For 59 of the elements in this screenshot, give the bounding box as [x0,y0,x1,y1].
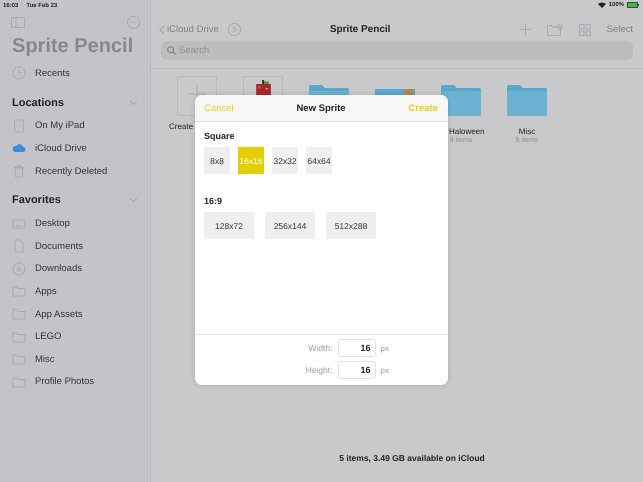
sidebar-item[interactable]: Downloads [0,258,150,280]
folder-icon [12,352,26,366]
field-label: Height: [304,365,332,375]
chevron-icon[interactable] [129,197,138,204]
search-icon [167,46,176,55]
group-title: Square [204,131,236,141]
sidebar-item[interactable]: Misc [0,348,150,371]
section-header: Favorites [12,194,61,206]
grid-view-icon[interactable] [578,24,591,36]
unit-label: px [380,344,390,352]
sidebar-item[interactable]: Profile Photos [0,370,150,394]
folder-icon [12,330,26,344]
file-name: Misc [518,127,536,136]
add-icon[interactable] [520,24,531,35]
field-label: Width: [307,343,332,353]
folder-title: Sprite Pencil [328,24,392,35]
folder-icon [12,374,26,389]
file-name: Haloween [449,127,485,136]
sidebar-item[interactable]: App Assets [0,302,150,326]
folder-icon [12,284,26,298]
size-preset[interactable]: 512x288 [326,212,376,239]
more-icon[interactable] [127,16,140,28]
folder-icon [12,307,26,322]
wifi-icon [598,2,606,8]
new-folder-icon[interactable] [546,24,563,36]
sidebar-item[interactable]: Recents [0,62,150,85]
group-title: 16:9 [204,196,224,206]
size-preset[interactable]: 8x8 [204,147,230,174]
document-icon [12,239,26,254]
clock-icon [12,66,26,80]
sidebar-item[interactable]: Recently Deleted [0,160,150,182]
size-input[interactable]: 16 [338,339,376,357]
size-preset[interactable]: 256x144 [265,212,315,239]
chevron-left-icon [159,24,165,34]
file-name: Create [169,122,194,131]
unit-label: px [380,366,390,374]
sidebar-item[interactable]: Apps [0,280,150,303]
sidebar-item[interactable]: On My iPad [0,114,150,138]
size-preset[interactable]: 32x32 [272,147,298,174]
chevron-icon[interactable] [129,100,138,106]
size-preset[interactable]: 128x72 [204,212,254,239]
desktop-icon [12,216,26,231]
share-icon[interactable] [228,23,241,36]
ipad-icon [12,118,26,133]
download-icon [12,262,26,276]
sidebar-item[interactable]: iCloud Drive [0,137,150,160]
size-input[interactable]: 16 [338,361,376,379]
trash-icon [12,164,26,178]
sidebar-item[interactable]: Documents [0,234,150,258]
sidebar-item[interactable]: Desktop [0,212,150,235]
dialog-title: New Sprite [296,102,346,114]
folder-icon[interactable] [507,84,547,116]
battery-icon [627,2,639,8]
app-title: Sprite Pencil [11,34,134,59]
size-preset[interactable]: 64x64 [306,147,332,174]
sidebar-toggle-icon[interactable] [11,16,25,28]
section-header: Locations [12,96,64,109]
sidebar-item[interactable]: LEGO [0,325,150,348]
storage-info: 5 items, 3.49 GB available on iCloud [338,453,486,465]
